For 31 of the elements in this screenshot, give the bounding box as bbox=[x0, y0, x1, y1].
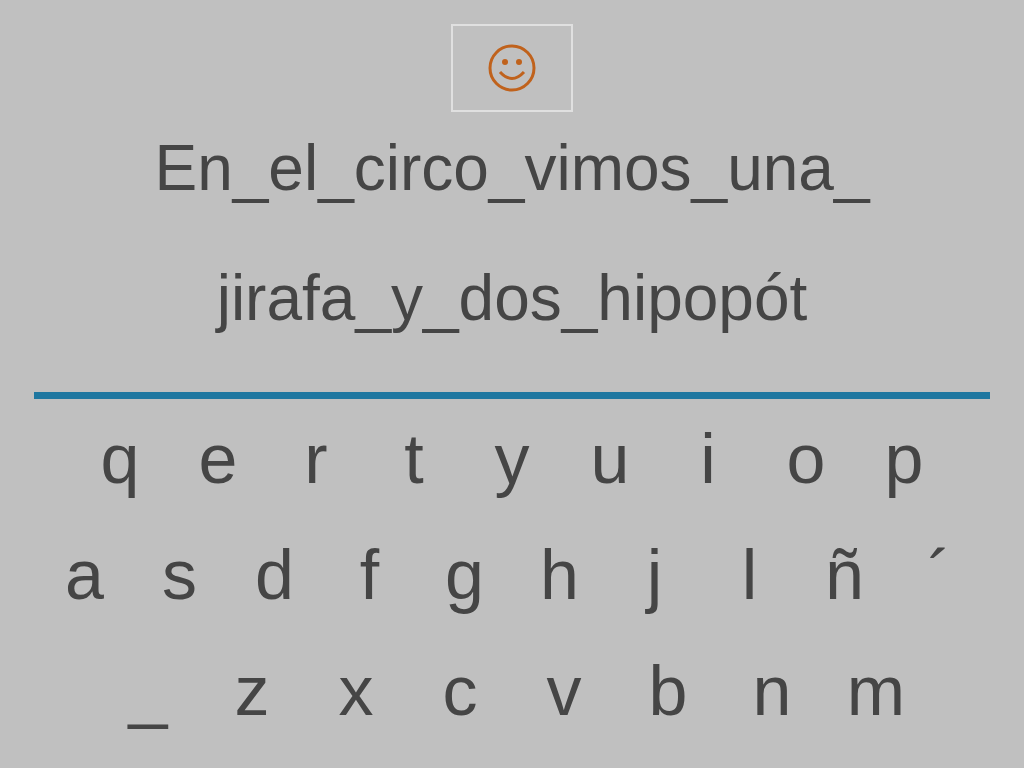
letter-key[interactable]: j bbox=[607, 537, 702, 613]
letter-key[interactable]: l bbox=[702, 537, 797, 613]
letter-key[interactable]: i bbox=[659, 421, 757, 497]
letter-key[interactable]: z bbox=[200, 653, 304, 729]
letter-key[interactable]: a bbox=[37, 537, 132, 613]
letter-key[interactable]: f bbox=[322, 537, 417, 613]
letter-key[interactable]: ñ bbox=[797, 537, 892, 613]
letter-key[interactable]: t bbox=[365, 421, 463, 497]
letter-key[interactable]: s bbox=[132, 537, 227, 613]
letter-key[interactable]: o bbox=[757, 421, 855, 497]
letter-key[interactable]: b bbox=[616, 653, 720, 729]
letter-key[interactable]: p bbox=[855, 421, 953, 497]
sentence-line: jirafa_y_dos_hipopót bbox=[216, 264, 808, 332]
letter-key[interactable]: e bbox=[169, 421, 267, 497]
letter-key[interactable]: q bbox=[71, 421, 169, 497]
letter-key[interactable]: n bbox=[720, 653, 824, 729]
smiley-tile[interactable] bbox=[451, 24, 573, 112]
letter-key[interactable]: u bbox=[561, 421, 659, 497]
letter-key[interactable]: c bbox=[408, 653, 512, 729]
letter-key[interactable]: y bbox=[463, 421, 561, 497]
letter-key[interactable]: x bbox=[304, 653, 408, 729]
letter-key[interactable]: ´ bbox=[892, 537, 987, 613]
letter-key[interactable]: g bbox=[417, 537, 512, 613]
letter-key[interactable]: _ bbox=[96, 653, 200, 729]
sentence-line: En_el_circo_vimos_una_ bbox=[154, 134, 870, 202]
letter-key[interactable]: m bbox=[824, 653, 928, 729]
smiley-icon bbox=[487, 43, 537, 93]
letter-key[interactable]: v bbox=[512, 653, 616, 729]
letter-key[interactable]: h bbox=[512, 537, 607, 613]
letter-key[interactable]: r bbox=[267, 421, 365, 497]
letter-key[interactable]: d bbox=[227, 537, 322, 613]
